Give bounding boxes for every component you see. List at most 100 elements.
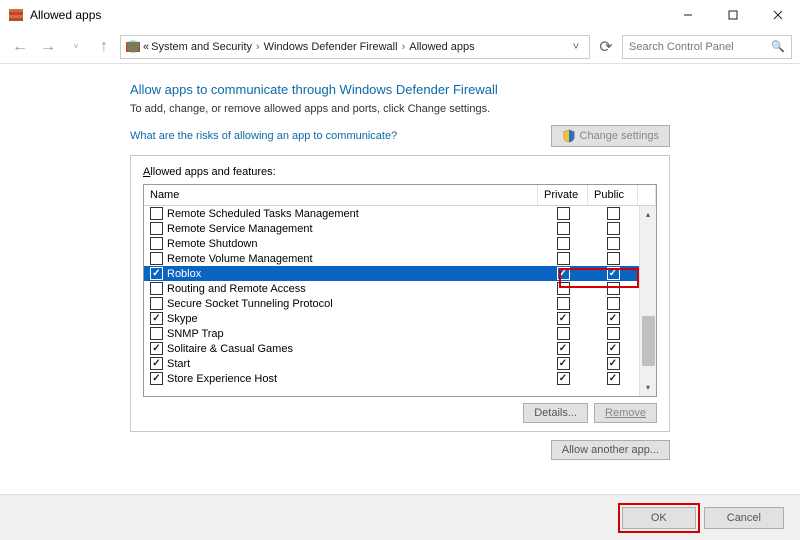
private-checkbox[interactable] [557,282,570,295]
private-checkbox[interactable] [557,297,570,310]
scroll-up-icon[interactable]: ▴ [640,206,656,223]
content: Allow apps to communicate through Window… [0,64,800,460]
col-private[interactable]: Private [538,185,588,205]
table-row[interactable]: Secure Socket Tunneling Protocol [144,296,656,311]
app-label: Remote Volume Management [167,253,313,265]
app-checkbox[interactable] [150,372,163,385]
ok-button[interactable]: OK [622,507,696,529]
breadcrumb-item[interactable]: Allowed apps [409,41,474,53]
panel-label: Allowed apps and features: [143,166,657,178]
page-heading: Allow apps to communicate through Window… [130,82,670,97]
private-checkbox[interactable] [557,237,570,250]
titlebar: Allowed apps [0,0,800,30]
app-checkbox[interactable] [150,357,163,370]
app-label: Remote Shutdown [167,238,258,250]
allow-another-app-button[interactable]: Allow another app... [551,440,670,460]
scrollbar[interactable]: ▴ ▾ [639,206,656,396]
back-button[interactable]: ← [8,35,32,59]
table-row[interactable]: Routing and Remote Access [144,281,656,296]
address-dropdown[interactable]: ˅ [567,41,585,53]
breadcrumb-item[interactable]: Windows Defender Firewall [264,41,398,53]
table-row[interactable]: Skype [144,311,656,326]
app-label: Secure Socket Tunneling Protocol [167,298,333,310]
public-checkbox[interactable] [607,252,620,265]
shield-icon [562,129,576,143]
public-checkbox[interactable] [607,357,620,370]
public-checkbox[interactable] [607,237,620,250]
public-checkbox[interactable] [607,282,620,295]
public-checkbox[interactable] [607,297,620,310]
public-checkbox[interactable] [607,312,620,325]
app-checkbox[interactable] [150,327,163,340]
private-checkbox[interactable] [557,312,570,325]
public-checkbox[interactable] [607,372,620,385]
private-checkbox[interactable] [557,372,570,385]
table-row[interactable]: Solitaire & Casual Games [144,341,656,356]
app-label: Remote Service Management [167,223,313,235]
public-checkbox[interactable] [607,207,620,220]
col-name[interactable]: Name [144,185,538,205]
private-checkbox[interactable] [557,252,570,265]
app-checkbox[interactable] [150,267,163,280]
up-button[interactable]: ↑ [92,35,116,59]
app-label: Skype [167,313,198,325]
app-label: Store Experience Host [167,373,277,385]
app-checkbox[interactable] [150,207,163,220]
forward-button[interactable]: → [36,35,60,59]
list-header: Name Private Public [144,185,656,206]
private-checkbox[interactable] [557,222,570,235]
remove-button[interactable]: Remove [594,403,657,423]
breadcrumb-item[interactable]: System and Security [151,41,252,53]
table-row[interactable]: Remote Shutdown [144,236,656,251]
app-checkbox[interactable] [150,297,163,310]
public-checkbox[interactable] [607,327,620,340]
minimize-button[interactable] [665,0,710,30]
private-checkbox[interactable] [557,207,570,220]
private-checkbox[interactable] [557,357,570,370]
app-label: Start [167,358,190,370]
window-title: Allowed apps [30,8,665,22]
app-label: SNMP Trap [167,328,224,340]
app-checkbox[interactable] [150,342,163,355]
table-row[interactable]: Remote Scheduled Tasks Management [144,206,656,221]
allowed-apps-panel: Allowed apps and features: Name Private … [130,155,670,432]
private-checkbox[interactable] [557,327,570,340]
app-checkbox[interactable] [150,222,163,235]
private-checkbox[interactable] [557,342,570,355]
breadcrumb[interactable]: « System and Security Windows Defender F… [120,35,590,59]
change-settings-label: Change settings [580,130,660,142]
search-input[interactable]: Search Control Panel 🔍 [622,35,792,59]
search-placeholder: Search Control Panel [629,41,734,53]
col-public[interactable]: Public [588,185,638,205]
table-row[interactable]: Roblox [144,266,656,281]
close-button[interactable] [755,0,800,30]
firewall-icon [8,7,24,23]
app-checkbox[interactable] [150,252,163,265]
scroll-thumb[interactable] [642,316,655,366]
app-label: Remote Scheduled Tasks Management [167,208,359,220]
app-checkbox[interactable] [150,282,163,295]
table-row[interactable]: SNMP Trap [144,326,656,341]
app-checkbox[interactable] [150,237,163,250]
chevron-right-icon [254,41,262,53]
risk-link[interactable]: What are the risks of allowing an app to… [130,130,397,142]
table-row[interactable]: Remote Volume Management [144,251,656,266]
table-row[interactable]: Start [144,356,656,371]
public-checkbox[interactable] [607,342,620,355]
window-buttons [665,0,800,30]
refresh-button[interactable]: ⟳ [594,37,618,57]
app-checkbox[interactable] [150,312,163,325]
private-checkbox[interactable] [557,267,570,280]
chevron-right-icon [400,41,408,53]
cancel-button[interactable]: Cancel [704,507,784,529]
table-row[interactable]: Store Experience Host [144,371,656,386]
public-checkbox[interactable] [607,222,620,235]
maximize-button[interactable] [710,0,755,30]
recent-dropdown[interactable]: ˅ [64,35,88,59]
change-settings-button[interactable]: Change settings [551,125,671,147]
public-checkbox[interactable] [607,267,620,280]
table-row[interactable]: Remote Service Management [144,221,656,236]
details-button[interactable]: Details... [523,403,588,423]
scroll-down-icon[interactable]: ▾ [640,379,656,396]
app-label: Solitaire & Casual Games [167,343,293,355]
